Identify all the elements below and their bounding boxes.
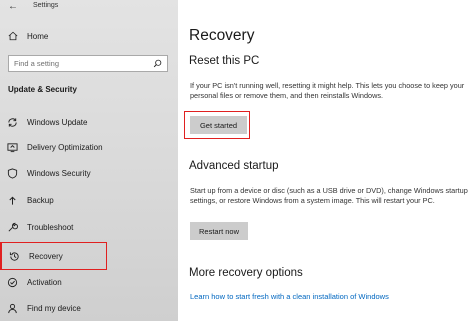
- activation-icon: [7, 277, 18, 287]
- back-arrow-icon[interactable]: ←: [8, 1, 18, 12]
- clean-install-link[interactable]: Learn how to start fresh with a clean in…: [190, 292, 389, 301]
- sidebar-item-troubleshoot[interactable]: Troubleshoot: [0, 216, 178, 238]
- page-title: Recovery: [189, 27, 255, 44]
- sidebar-item-windows-security[interactable]: Windows Security: [0, 162, 178, 184]
- sidebar-item-label: Windows Security: [27, 168, 91, 178]
- sidebar-item-windows-update[interactable]: Windows Update: [0, 111, 178, 133]
- sidebar-item-label: Activation: [27, 277, 62, 287]
- sidebar-item-label: Troubleshoot: [27, 222, 74, 232]
- section-heading: Update & Security: [8, 85, 77, 94]
- sidebar-item-backup[interactable]: Backup: [0, 189, 178, 211]
- search-placeholder: Find a setting: [14, 59, 60, 68]
- title-bar: ← Settings: [0, 0, 178, 14]
- home-label: Home: [27, 31, 49, 41]
- restart-now-button[interactable]: Restart now: [190, 222, 248, 240]
- sidebar-item-label: Find my device: [27, 303, 81, 313]
- sidebar: ← Settings Home Find a setting Update & …: [0, 0, 178, 321]
- get-started-button[interactable]: Get started: [190, 116, 247, 134]
- wrench-icon: [8, 222, 18, 231]
- sidebar-item-activation[interactable]: Activation: [0, 271, 178, 293]
- sidebar-item-find-my-device[interactable]: Find my device: [0, 297, 178, 319]
- sidebar-item-recovery[interactable]: Recovery: [0, 242, 107, 270]
- sidebar-item-label: Delivery Optimization: [27, 142, 103, 152]
- sidebar-item-delivery-optimization[interactable]: Delivery Optimization: [0, 136, 178, 158]
- backup-icon: [9, 196, 16, 205]
- delivery-optimization-icon: [7, 142, 18, 152]
- window-title: Settings: [33, 2, 59, 9]
- sidebar-item-label: Windows Update: [27, 117, 88, 127]
- home-link[interactable]: Home: [8, 31, 48, 41]
- search-input[interactable]: Find a setting: [8, 55, 168, 72]
- advanced-startup-description: Start up from a device or disc (such as …: [190, 186, 468, 205]
- shield-icon: [7, 167, 18, 179]
- main-content: Recovery Reset this PC If your PC isn't …: [178, 0, 474, 321]
- reset-heading: Reset this PC: [189, 55, 260, 67]
- person-icon: [8, 303, 17, 313]
- sidebar-item-label: Recovery: [29, 251, 63, 261]
- more-options-heading: More recovery options: [189, 267, 303, 279]
- sidebar-item-label: Backup: [27, 195, 54, 205]
- reset-description: If your PC isn't running well, resetting…: [190, 81, 465, 100]
- sync-icon: [8, 117, 17, 127]
- advanced-startup-heading: Advanced startup: [189, 160, 279, 172]
- search-icon[interactable]: [153, 59, 162, 68]
- recovery-icon: [9, 251, 19, 261]
- home-icon: [8, 31, 18, 41]
